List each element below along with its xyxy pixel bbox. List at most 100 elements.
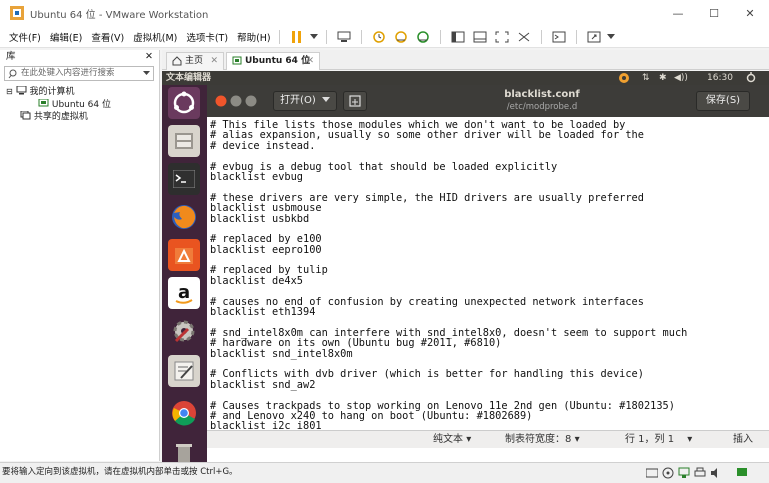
menu-help[interactable]: 帮助(H) <box>237 30 271 44</box>
launcher-dash[interactable] <box>168 87 200 119</box>
insert-mode: 插入 <box>733 434 753 445</box>
launcher-software[interactable] <box>168 239 200 271</box>
toolbar-divider <box>575 29 577 44</box>
launcher-terminal[interactable] <box>168 163 200 195</box>
ubuntu-logo-icon <box>173 91 195 114</box>
code-line[interactable]: blacklist usbkbd <box>210 213 769 224</box>
bluetooth-indicator-icon[interactable]: ✱ <box>659 71 667 85</box>
code-line[interactable] <box>210 390 769 400</box>
code-line[interactable]: blacklist i2c_i801 <box>210 421 769 430</box>
open-button[interactable]: 打开(O) <box>273 91 337 111</box>
language-selector[interactable]: 纯文本 ▾ <box>433 431 471 448</box>
tree-item-ubuntu-vm[interactable]: Ubuntu 64 位 <box>38 98 111 111</box>
sound-card-icon[interactable] <box>710 467 722 479</box>
network-indicator-icon[interactable]: ⇅ <box>642 71 650 85</box>
code-line[interactable]: # device instead. <box>210 140 769 151</box>
ubuntu-top-panel: 文本编辑器 ⇅ ✱ ◀)) 16:30 <box>162 71 769 85</box>
pause-icon[interactable] <box>287 29 307 45</box>
sound-indicator-icon[interactable]: ◀)) <box>674 71 688 85</box>
chrome-icon <box>172 401 196 426</box>
collapse-icon[interactable]: ⊟ <box>6 87 13 96</box>
dropdown-arrow-icon[interactable] <box>143 71 150 76</box>
library-header: 库 ✕ <box>0 50 159 64</box>
tab-width-selector[interactable]: 制表符宽度：8 ▾ <box>505 431 580 448</box>
code-line[interactable]: blacklist de4x5 <box>210 275 769 286</box>
dropdown-arrow-icon[interactable] <box>309 29 319 45</box>
unity-icon[interactable] <box>514 29 534 45</box>
launcher-chrome[interactable] <box>168 397 200 429</box>
code-line[interactable]: blacklist eepro100 <box>210 244 769 255</box>
launcher-text-editor[interactable] <box>168 355 200 387</box>
code-line[interactable]: blacklist eth1394 <box>210 306 769 317</box>
code-line[interactable]: blacklist snd_intel8x0m <box>210 348 769 359</box>
software-center-icon <box>175 248 193 264</box>
menu-view[interactable]: 查看(V) <box>91 30 124 44</box>
code-line[interactable]: blacklist evbug <box>210 171 769 182</box>
tab-home[interactable]: 主页 ✕ <box>166 52 224 70</box>
library-close-button[interactable]: ✕ <box>145 50 153 64</box>
menu-vm[interactable]: 虚拟机(M) <box>133 30 177 44</box>
send-ctrl-alt-del-icon[interactable] <box>334 29 354 45</box>
snapshot-icon[interactable] <box>369 29 389 45</box>
display-icon[interactable] <box>736 467 748 479</box>
gedit-statusbar: 纯文本 ▾ 制表符宽度：8 ▾ 行 1，列 1 ▾ 插入 <box>207 430 769 448</box>
maximize-button[interactable]: ☐ <box>696 0 732 26</box>
chevron-down-icon <box>321 97 330 102</box>
tab-bar: 主页 ✕ Ubuntu 64 位 ✕ <box>162 50 769 70</box>
menu-edit[interactable]: 编辑(E) <box>50 30 82 44</box>
thumbnail-icon[interactable] <box>470 29 490 45</box>
vm-display[interactable]: 文本编辑器 ⇅ ✱ ◀)) 16:30 a 打开(O) blacklist.co… <box>162 71 769 462</box>
tab-close-icon[interactable]: ✕ <box>306 53 314 69</box>
new-document-button[interactable] <box>343 91 367 111</box>
menu-tabs[interactable]: 选项卡(T) <box>186 30 228 44</box>
dropdown-arrow-icon[interactable] <box>606 29 616 45</box>
library-search-input[interactable]: 在此处键入内容进行搜索 <box>4 66 154 81</box>
fullscreen-icon[interactable] <box>492 29 512 45</box>
title-bar: Ubuntu 64 位 - VMware Workstation — ☐ ✕ <box>0 0 769 26</box>
launcher-amazon[interactable]: a <box>168 277 200 309</box>
unity-launcher: a <box>162 85 207 462</box>
open-label: 打开(O) <box>280 95 316 106</box>
cursor-position-label: 行 1，列 1 <box>625 434 675 445</box>
tab-close-icon[interactable]: ✕ <box>210 53 218 69</box>
revert-snapshot-icon[interactable] <box>391 29 411 45</box>
network-adapter-icon[interactable] <box>678 467 690 479</box>
launcher-firefox[interactable] <box>168 201 200 233</box>
search-icon <box>8 69 17 79</box>
launcher-settings[interactable] <box>168 315 200 347</box>
status-message: 要将输入定向到该虚拟机，请在虚拟机内部单击或按 Ctrl+G。 <box>2 467 238 477</box>
cd-drive-icon[interactable] <box>662 467 674 479</box>
system-menu-icon[interactable] <box>745 72 757 84</box>
tab-ubuntu[interactable]: Ubuntu 64 位 ✕ <box>226 52 320 70</box>
printer-icon[interactable] <box>694 467 706 479</box>
save-button[interactable]: 保存(S) <box>696 91 750 111</box>
tree-item-my-computer[interactable]: ⊟ 我的计算机 <box>6 85 74 98</box>
code-line[interactable]: blacklist usbmouse <box>210 202 769 213</box>
toolbar-divider <box>540 29 542 44</box>
code-line[interactable] <box>210 151 769 161</box>
code-line[interactable]: blacklist snd_aw2 <box>210 379 769 390</box>
console-icon[interactable] <box>549 29 569 45</box>
toolbar-divider <box>278 29 280 44</box>
tree-item-shared-vms[interactable]: 共享的虚拟机 <box>20 110 88 123</box>
text-view[interactable]: # This file lists those modules which we… <box>207 118 769 430</box>
minimize-button[interactable]: — <box>660 0 696 26</box>
close-icon[interactable] <box>215 95 227 107</box>
document-path: /etc/modprobe.d <box>506 102 578 112</box>
document-title: blacklist.conf <box>504 89 580 100</box>
minimize-icon[interactable] <box>230 95 242 107</box>
close-button[interactable]: ✕ <box>732 0 768 26</box>
menu-file[interactable]: 文件(F) <box>9 30 41 44</box>
trash-icon <box>176 444 192 462</box>
snapshot-manager-icon[interactable] <box>413 29 433 45</box>
launcher-trash[interactable] <box>168 437 200 462</box>
keyboard-indicator-icon[interactable] <box>617 72 631 84</box>
hard-disk-icon[interactable] <box>646 468 658 478</box>
sidebar-toggle-icon[interactable] <box>448 29 468 45</box>
launcher-files[interactable] <box>168 125 200 157</box>
language-label: 纯文本 <box>433 434 463 445</box>
maximize-icon[interactable] <box>245 95 257 107</box>
clock[interactable]: 16:30 <box>707 71 733 85</box>
cursor-position[interactable]: 行 1，列 1 ▾ <box>625 431 692 448</box>
stretch-icon[interactable] <box>584 29 604 45</box>
